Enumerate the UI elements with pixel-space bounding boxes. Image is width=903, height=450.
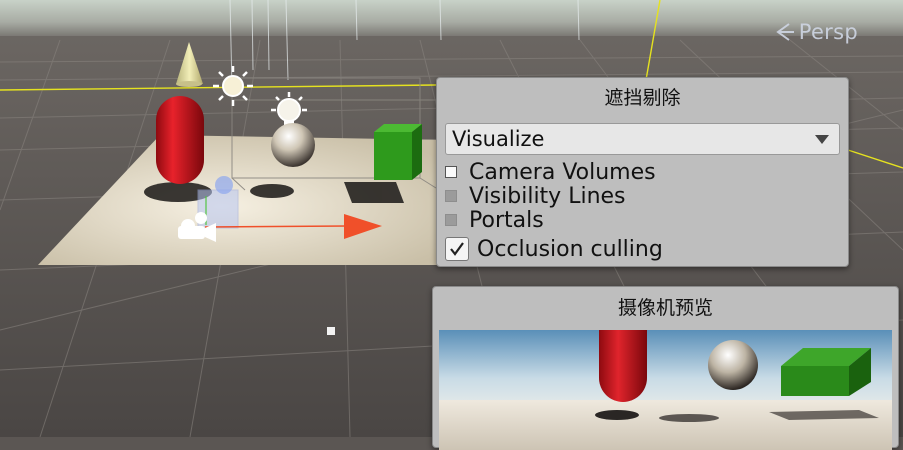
cube-object[interactable] xyxy=(374,124,422,180)
option-label: Portals xyxy=(469,207,544,233)
checkbox[interactable] xyxy=(445,237,469,261)
checkbox[interactable] xyxy=(445,190,457,202)
panel-title: 遮挡剔除 xyxy=(604,87,681,109)
sphere-object[interactable] xyxy=(271,123,315,167)
occlusion-culling-toggle[interactable]: Occlusion culling xyxy=(445,235,663,263)
checkbox[interactable] xyxy=(445,214,457,226)
chevron-down-icon xyxy=(815,135,829,144)
directional-light-icon[interactable] xyxy=(213,66,253,106)
option-label: Visibility Lines xyxy=(469,183,626,209)
visibility-lines-toggle[interactable]: Visibility Lines xyxy=(445,183,626,209)
option-label: Occlusion culling xyxy=(477,236,663,262)
scene-orientation-label[interactable]: Persp xyxy=(773,20,858,44)
portals-toggle[interactable]: Portals xyxy=(445,207,544,233)
camera-preview-panel: 摄像机预览 xyxy=(432,286,899,450)
back-arrow-icon xyxy=(776,23,794,41)
occlusion-culling-panel: 遮挡剔除 Visualize Camera Volumes Visibility… xyxy=(436,77,849,267)
capsule-object[interactable] xyxy=(156,96,204,184)
camera-volumes-toggle[interactable]: Camera Volumes xyxy=(445,159,656,185)
checkmark-icon xyxy=(450,242,464,256)
panel-title: 摄像机预览 xyxy=(617,297,713,319)
persp-label: Persp xyxy=(798,20,858,44)
option-label: Camera Volumes xyxy=(469,159,656,185)
checkbox[interactable] xyxy=(445,166,457,178)
visualize-dropdown[interactable]: Visualize xyxy=(445,123,840,155)
camera-preview-image xyxy=(439,330,892,450)
dropdown-selected: Visualize xyxy=(452,127,545,151)
